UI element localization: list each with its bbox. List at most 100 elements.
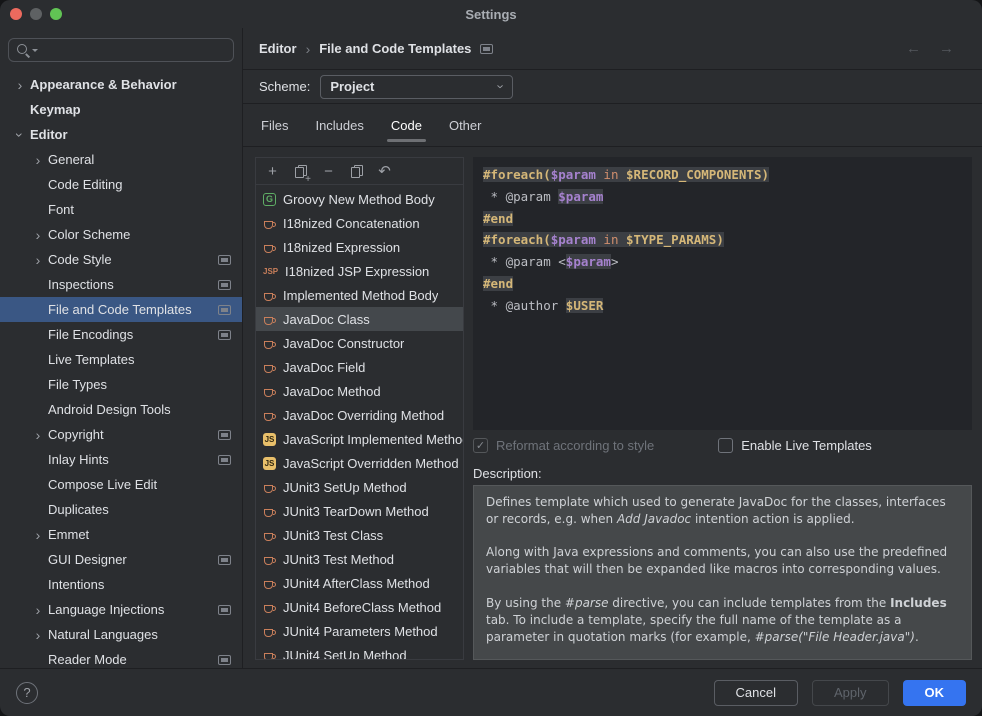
sidebar-item-compose-live-edit[interactable]: Compose Live Edit <box>0 472 242 497</box>
chevron-right-icon[interactable]: › <box>10 77 30 93</box>
template-item-junit3-teardown-method[interactable]: JUnit3 TearDown Method <box>256 499 463 523</box>
screen-icon <box>218 605 231 615</box>
apply-button[interactable]: Apply <box>812 680 889 706</box>
chevron-down-icon[interactable]: › <box>12 125 28 145</box>
sidebar-item-label: Intentions <box>48 577 104 592</box>
sidebar-item-label: File and Code Templates <box>48 302 192 317</box>
sidebar-item-file-types[interactable]: File Types <box>0 372 242 397</box>
scheme-value: Project <box>330 79 374 94</box>
sidebar-item-code-style[interactable]: ›Code Style <box>0 247 242 272</box>
sidebar-item-font[interactable]: Font <box>0 197 242 222</box>
description-box[interactable]: Defines template which used to generate … <box>473 485 972 660</box>
cancel-button[interactable]: Cancel <box>714 680 798 706</box>
sidebar-item-emmet[interactable]: ›Emmet <box>0 522 242 547</box>
sidebar-item-android-design-tools[interactable]: Android Design Tools <box>0 397 242 422</box>
sidebar-item-appearance-behavior[interactable]: ›Appearance & Behavior <box>0 72 242 97</box>
enable-live-templates-checkbox[interactable]: Enable Live Templates <box>718 438 872 453</box>
template-item-i18nized-concatenation[interactable]: I18nized Concatenation <box>256 211 463 235</box>
template-item-javascript-overridden-method[interactable]: JSJavaScript Overridden Method <box>256 451 463 475</box>
java-file-icon <box>263 217 276 230</box>
template-item-javadoc-field[interactable]: JavaDoc Field <box>256 355 463 379</box>
sidebar-item-file-and-code-templates[interactable]: File and Code Templates <box>0 297 242 322</box>
fullscreen-button[interactable] <box>50 8 62 20</box>
sidebar: ›Appearance & BehaviorKeymap›Editor›Gene… <box>0 28 243 668</box>
minimize-button[interactable] <box>30 8 42 20</box>
scheme-select[interactable]: Project › <box>320 75 513 99</box>
tab-other[interactable]: Other <box>449 104 482 146</box>
settings-search-input[interactable] <box>8 38 234 62</box>
sidebar-item-inlay-hints[interactable]: Inlay Hints <box>0 447 242 472</box>
sidebar-item-inspections[interactable]: Inspections <box>0 272 242 297</box>
remove-template-icon[interactable]: − <box>319 162 338 181</box>
template-item-javadoc-class[interactable]: JavaDoc Class <box>256 307 463 331</box>
sidebar-item-natural-languages[interactable]: ›Natural Languages <box>0 622 242 647</box>
template-item-javadoc-overriding-method[interactable]: JavaDoc Overriding Method <box>256 403 463 427</box>
chevron-right-icon[interactable]: › <box>28 627 48 643</box>
template-item-i18nized-expression[interactable]: I18nized Expression <box>256 235 463 259</box>
options-row: Reformat according to style Enable Live … <box>473 430 972 461</box>
chevron-right-icon[interactable]: › <box>28 527 48 543</box>
screen-icon <box>218 280 231 290</box>
sidebar-item-editor[interactable]: ›Editor <box>0 122 242 147</box>
sidebar-item-keymap[interactable]: Keymap <box>0 97 242 122</box>
template-item-label: JUnit4 Parameters Method <box>283 624 438 639</box>
tab-code[interactable]: Code <box>391 104 422 146</box>
sidebar-item-copyright[interactable]: ›Copyright <box>0 422 242 447</box>
template-item-junit3-test-class[interactable]: JUnit3 Test Class <box>256 523 463 547</box>
tab-files[interactable]: Files <box>261 104 288 146</box>
sidebar-item-gui-designer[interactable]: GUI Designer <box>0 547 242 572</box>
template-item-junit4-parameters-method[interactable]: JUnit4 Parameters Method <box>256 619 463 643</box>
template-item-junit4-setup-method[interactable]: JUnit4 SetUp Method <box>256 643 463 659</box>
template-item-junit3-test-method[interactable]: JUnit3 Test Method <box>256 547 463 571</box>
template-item-javascript-implemented-method[interactable]: JSJavaScript Implemented Method <box>256 427 463 451</box>
sidebar-item-label: Copyright <box>48 427 104 442</box>
chevron-right-icon[interactable]: › <box>28 252 48 268</box>
sidebar-item-duplicates[interactable]: Duplicates <box>0 497 242 522</box>
template-item-junit4-afterclass-method[interactable]: JUnit4 AfterClass Method <box>256 571 463 595</box>
template-item-junit4-beforeclass-method[interactable]: JUnit4 BeforeClass Method <box>256 595 463 619</box>
description-paragraph: Defines template which used to generate … <box>486 494 959 528</box>
sidebar-item-label: Inlay Hints <box>48 452 109 467</box>
chevron-right-icon[interactable]: › <box>28 602 48 618</box>
back-icon[interactable]: ← <box>906 40 921 57</box>
chevron-right-icon[interactable]: › <box>28 227 48 243</box>
template-editor[interactable]: #foreach($param in $RECORD_COMPONENTS) *… <box>473 157 972 430</box>
reformat-label: Reformat according to style <box>496 438 654 453</box>
template-item-junit3-setup-method[interactable]: JUnit3 SetUp Method <box>256 475 463 499</box>
code-line: #end <box>483 208 962 230</box>
create-child-template-icon[interactable]: + <box>291 162 310 181</box>
chevron-right-icon[interactable]: › <box>28 427 48 443</box>
ok-button[interactable]: OK <box>903 680 967 706</box>
sidebar-item-color-scheme[interactable]: ›Color Scheme <box>0 222 242 247</box>
breadcrumb-parent[interactable]: Editor <box>259 41 297 56</box>
template-toolbar: ++−↶ <box>256 158 463 185</box>
reset-template-icon[interactable]: ↶ <box>375 162 394 181</box>
sidebar-item-file-encodings[interactable]: File Encodings <box>0 322 242 347</box>
code-line: #foreach($param in $TYPE_PARAMS) <box>483 229 962 251</box>
close-button[interactable] <box>10 8 22 20</box>
template-item-implemented-method-body[interactable]: Implemented Method Body <box>256 283 463 307</box>
sidebar-item-label: Appearance & Behavior <box>30 77 177 92</box>
sidebar-item-intentions[interactable]: Intentions <box>0 572 242 597</box>
sidebar-item-label: Font <box>48 202 74 217</box>
search-history-chevron-icon <box>32 49 38 52</box>
tab-includes[interactable]: Includes <box>315 104 363 146</box>
sidebar-item-code-editing[interactable]: Code Editing <box>0 172 242 197</box>
template-item-i18nized-jsp-expression[interactable]: JSPI18nized JSP Expression <box>256 259 463 283</box>
sidebar-item-general[interactable]: ›General <box>0 147 242 172</box>
template-item-groovy-new-method-body[interactable]: GGroovy New Method Body <box>256 187 463 211</box>
sidebar-item-reader-mode[interactable]: Reader Mode <box>0 647 242 668</box>
java-file-icon <box>263 529 276 542</box>
template-item-javadoc-method[interactable]: JavaDoc Method <box>256 379 463 403</box>
java-file-icon <box>263 481 276 494</box>
java-file-icon <box>263 289 276 302</box>
forward-icon[interactable]: → <box>939 40 954 57</box>
help-button[interactable]: ? <box>16 682 38 704</box>
reformat-checkbox[interactable]: Reformat according to style <box>473 438 654 453</box>
copy-template-icon[interactable] <box>347 162 366 181</box>
sidebar-item-live-templates[interactable]: Live Templates <box>0 347 242 372</box>
template-item-javadoc-constructor[interactable]: JavaDoc Constructor <box>256 331 463 355</box>
add-template-icon[interactable]: + <box>263 162 282 181</box>
chevron-right-icon[interactable]: › <box>28 152 48 168</box>
sidebar-item-language-injections[interactable]: ›Language Injections <box>0 597 242 622</box>
